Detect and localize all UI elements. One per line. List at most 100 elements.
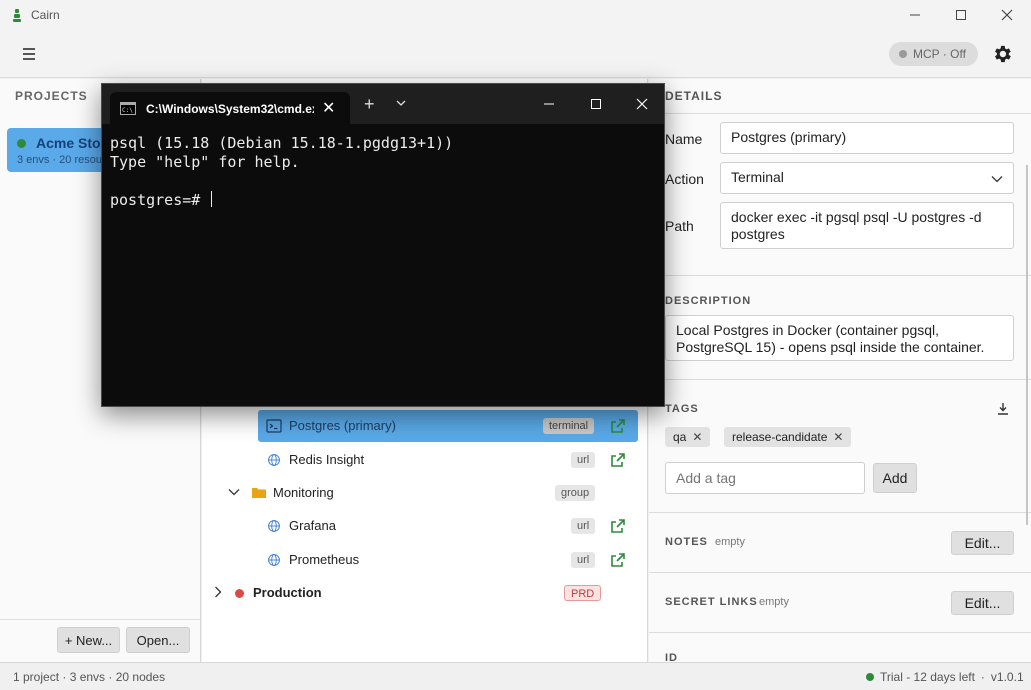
- chevron-down-icon[interactable]: [394, 96, 408, 110]
- tree-item-label: Postgres (primary): [289, 418, 396, 433]
- projects-heading: PROJECTS: [15, 89, 88, 103]
- version-text: v1.0.1: [990, 670, 1024, 684]
- type-badge: group: [555, 485, 596, 501]
- mcp-status-dot: [899, 50, 907, 58]
- edit-secret-links-button[interactable]: Edit...: [951, 591, 1014, 615]
- name-input[interactable]: Postgres (primary): [720, 122, 1014, 154]
- tag-chip-release-candidate: release-candidate ✕: [724, 427, 852, 447]
- description-heading: DESCRIPTION: [665, 295, 752, 307]
- tree-item-monitoring[interactable]: Monitoring group: [202, 477, 648, 509]
- terminal-close-button[interactable]: [627, 92, 657, 116]
- action-select-value: Terminal: [731, 169, 784, 185]
- globe-icon: [268, 520, 280, 532]
- details-scrollbar[interactable]: [1026, 165, 1028, 525]
- tag-label: qa: [673, 430, 687, 444]
- app-titlebar: Cairn: [0, 0, 1031, 30]
- remove-tag-icon[interactable]: ✕: [692, 430, 702, 444]
- tag-chip-qa: qa ✕: [665, 427, 711, 447]
- trial-text: Trial - 12 days left: [880, 670, 975, 684]
- details-heading: DETAILS: [665, 89, 723, 103]
- action-label: Action: [665, 171, 704, 187]
- license-status: Trial - 12 days left · v1.0.1: [866, 670, 1024, 684]
- notes-heading: NOTES: [665, 536, 708, 548]
- close-icon: [636, 98, 648, 110]
- secret-links-state: empty: [759, 596, 789, 608]
- maximize-icon: [591, 99, 601, 109]
- remove-tag-icon[interactable]: ✕: [833, 430, 843, 444]
- terminal-prompt: postgres=#: [110, 191, 210, 209]
- terminal-output[interactable]: psql (15.18 (Debian 15.18-1.pgdg13+1)) Ty…: [110, 134, 453, 210]
- terminal-titlebar: C:\ C:\Windows\System32\cmd.exe ✕ +: [102, 84, 664, 124]
- type-badge: terminal: [543, 418, 595, 434]
- open-external-icon[interactable]: [610, 452, 626, 468]
- globe-icon: [268, 554, 280, 566]
- close-icon: [1001, 9, 1013, 21]
- cmd-icon: C:\: [120, 102, 136, 115]
- separator: ·: [980, 670, 985, 684]
- chevron-down-icon: [991, 176, 1003, 183]
- add-tag-button[interactable]: Add: [873, 463, 917, 493]
- terminal-tab[interactable]: C:\ C:\Windows\System32\cmd.exe ✕: [110, 92, 350, 124]
- type-badge: url: [571, 518, 596, 534]
- open-external-icon[interactable]: [610, 418, 626, 434]
- new-tab-icon[interactable]: +: [364, 94, 375, 114]
- tree-item-label: Production: [253, 585, 322, 600]
- open-external-icon[interactable]: [610, 518, 626, 534]
- tree-item-prometheus[interactable]: Prometheus url: [202, 544, 648, 576]
- tree-item-grafana[interactable]: Grafana url: [202, 510, 648, 542]
- action-select[interactable]: Terminal: [720, 162, 1014, 194]
- svg-text:C:\: C:\: [122, 107, 133, 114]
- open-external-icon[interactable]: [610, 552, 626, 568]
- globe-icon: [268, 454, 280, 466]
- path-label: Path: [665, 218, 694, 234]
- open-project-button[interactable]: Open...: [126, 627, 190, 653]
- folder-icon: [252, 488, 266, 498]
- terminal-tab-title: C:\Windows\System32\cmd.exe: [146, 102, 314, 116]
- hamburger-icon[interactable]: [18, 44, 40, 64]
- terminal-line: psql (15.18 (Debian 15.18-1.pgdg13+1)): [110, 134, 454, 152]
- edit-notes-button[interactable]: Edit...: [951, 531, 1014, 555]
- section-divider: [649, 275, 1031, 276]
- add-tag-input[interactable]: [665, 462, 865, 494]
- type-badge: url: [571, 552, 596, 568]
- maximize-button[interactable]: [938, 0, 984, 30]
- tree-item-label: Monitoring: [273, 485, 334, 500]
- type-badge: url: [571, 452, 596, 468]
- chevron-down-icon[interactable]: [228, 486, 240, 498]
- description-input[interactable]: Local Postgres in Docker (container pgsq…: [665, 315, 1014, 361]
- tree-item-label: Prometheus: [289, 552, 360, 567]
- minimize-button[interactable]: [892, 0, 938, 30]
- close-tab-icon[interactable]: ✕: [322, 98, 335, 118]
- download-icon[interactable]: [997, 402, 1009, 415]
- section-divider: [649, 379, 1031, 380]
- gear-icon[interactable]: [991, 43, 1013, 65]
- section-divider: [649, 572, 1031, 573]
- tree-item-label: Redis Insight: [289, 452, 365, 467]
- project-status-dot: [17, 139, 26, 148]
- terminal-minimize-button[interactable]: [534, 92, 564, 116]
- terminal-window[interactable]: C:\ C:\Windows\System32\cmd.exe ✕ + psql…: [101, 83, 665, 407]
- section-divider: [649, 632, 1031, 633]
- path-input[interactable]: docker exec -it pgsql psql -U postgres -…: [720, 202, 1014, 249]
- terminal-prompt-line: postgres=#: [110, 191, 453, 210]
- new-project-button[interactable]: + New...: [57, 627, 120, 653]
- name-label: Name: [665, 131, 703, 147]
- mcp-status-label: MCP · Off: [913, 47, 966, 61]
- terminal-cursor: [211, 191, 213, 207]
- terminal-maximize-button[interactable]: [581, 92, 611, 116]
- close-button[interactable]: [984, 0, 1030, 30]
- tags-heading: TAGS: [665, 403, 699, 415]
- tree-item-label: Grafana: [289, 518, 336, 533]
- tree-item-production[interactable]: Production PRD: [202, 577, 648, 609]
- terminal-line: Type "help" for help.: [110, 153, 300, 171]
- secret-links-heading: SECRET LINKS: [665, 596, 758, 608]
- chevron-right-icon[interactable]: [212, 586, 224, 598]
- minimize-icon: [910, 14, 920, 16]
- cairn-logo-icon: [13, 9, 21, 22]
- app-toolbar: MCP · Off: [0, 30, 1031, 78]
- tree-item-redis-insight[interactable]: Redis Insight url: [202, 444, 648, 476]
- section-divider: [649, 512, 1031, 513]
- mcp-status-toggle[interactable]: MCP · Off: [889, 42, 978, 66]
- tree-item-postgres-primary[interactable]: Postgres (primary) terminal: [202, 410, 648, 442]
